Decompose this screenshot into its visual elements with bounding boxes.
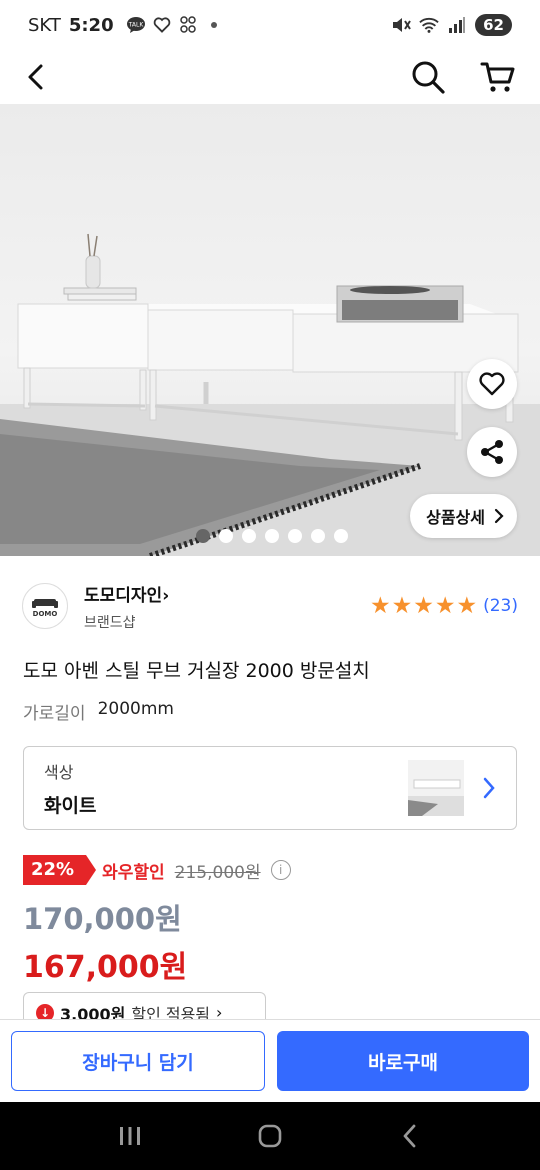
brand-link[interactable]: 도모디자인› (84, 581, 169, 606)
carousel-dot[interactable] (242, 529, 256, 543)
option-label: 가로길이 (23, 704, 86, 724)
carrier-label: SKT (28, 14, 61, 36)
selector-label: 색상 (44, 762, 74, 782)
recent-apps-icon (120, 1127, 140, 1145)
cart-icon (480, 62, 515, 92)
wishlist-button[interactable] (467, 359, 517, 409)
clock: 5:20 (68, 14, 114, 36)
brand-subtitle: 브랜드샵 (84, 614, 136, 631)
cart-button[interactable] (478, 57, 518, 97)
final-price: 167,000원 (23, 950, 188, 985)
wow-discount-label: 와우할인 (102, 862, 165, 883)
bottom-action-bar: 장바구니 담기 바로구매 (0, 1019, 540, 1102)
brand-row: DOMO 도모디자인› 브랜드샵 ★ ★ ★ ★ ★ (23) (22, 581, 518, 632)
option-thumbnail (408, 760, 464, 816)
carousel-dot[interactable] (311, 529, 325, 543)
product-detail-button[interactable]: 상품상세 (410, 494, 517, 538)
talk-label: TALK (127, 22, 144, 29)
share-icon (481, 440, 503, 464)
signal-icon (447, 16, 467, 34)
product-detail-label: 상품상세 (426, 508, 485, 527)
buy-now-button[interactable]: 바로구매 (277, 1031, 529, 1091)
heart-icon (479, 372, 505, 396)
brand-logo-text: DOMO (32, 609, 58, 618)
battery-indicator: 62 (475, 14, 512, 36)
dot-indicator-icon (204, 16, 224, 34)
back-icon (403, 1124, 416, 1148)
discount-row: 22% 와우할인 215,000원 i (23, 855, 291, 885)
mute-icon (391, 16, 411, 34)
product-title: 도모 아벤 스틸 무브 거실장 2000 방문설치 (23, 660, 370, 682)
original-price: 215,000원 (174, 862, 261, 883)
carousel-dot[interactable] (288, 529, 302, 543)
notification-icons: TALK (126, 16, 224, 34)
top-nav (0, 50, 540, 104)
color-selector[interactable]: 색상 화이트 (23, 746, 517, 830)
talk-icon: TALK (126, 16, 146, 34)
star-icon: ★ (434, 592, 456, 619)
nav-actions (408, 57, 524, 97)
chevron-right-icon (483, 777, 495, 799)
carousel-indicator (196, 529, 348, 543)
carousel-dot[interactable] (265, 529, 279, 543)
chevron-left-icon (28, 64, 43, 90)
discount-badge: 22% (23, 855, 97, 885)
system-nav-bar (0, 1102, 540, 1170)
back-button[interactable] (16, 57, 56, 97)
brand-logo[interactable]: DOMO (22, 583, 68, 629)
option-line: 가로길이 2000mm (23, 699, 174, 724)
status-right: 62 (391, 14, 512, 36)
sofa-icon (32, 598, 58, 608)
star-icon: ★ (413, 592, 434, 619)
carousel-dot[interactable] (219, 529, 233, 543)
star-rating: ★ ★ ★ ★ ★ (369, 592, 478, 619)
carousel-dot[interactable] (334, 529, 348, 543)
home-button[interactable] (240, 1111, 300, 1161)
info-icon[interactable]: i (270, 860, 291, 880)
heart-outline-icon (152, 16, 172, 34)
status-bar: SKT 5:20 TALK 62 (0, 0, 540, 50)
search-icon (412, 61, 445, 94)
star-icon: ★ (391, 592, 413, 619)
wifi-icon (419, 16, 439, 34)
brand-text: 도모디자인› 브랜드샵 (84, 581, 169, 632)
product-photo (0, 233, 540, 556)
option-value: 2000mm (97, 699, 174, 719)
system-back-button[interactable] (380, 1111, 440, 1161)
selector-text: 색상 화이트 (44, 759, 96, 818)
carousel-dot[interactable] (196, 529, 210, 543)
status-left: SKT 5:20 TALK (28, 15, 224, 36)
star-icon: ★ (369, 592, 391, 619)
chevron-right-icon (494, 508, 504, 524)
recent-apps-button[interactable] (100, 1111, 160, 1161)
brand-name: 도모디자인 (84, 585, 163, 606)
share-button[interactable] (467, 427, 517, 477)
rating[interactable]: ★ ★ ★ ★ ★ (23) (369, 592, 518, 619)
chevron-right-icon: › (162, 585, 170, 606)
sale-price: 170,000원 (23, 902, 182, 936)
search-button[interactable] (408, 57, 448, 97)
review-count[interactable]: (23) (483, 596, 518, 616)
star-icon: ★ (456, 592, 478, 619)
home-icon (258, 1124, 282, 1148)
product-image-carousel[interactable]: 상품상세 (0, 104, 540, 556)
app-grid-icon (178, 16, 198, 34)
selector-value: 화이트 (44, 794, 97, 817)
add-to-cart-button[interactable]: 장바구니 담기 (11, 1031, 265, 1091)
